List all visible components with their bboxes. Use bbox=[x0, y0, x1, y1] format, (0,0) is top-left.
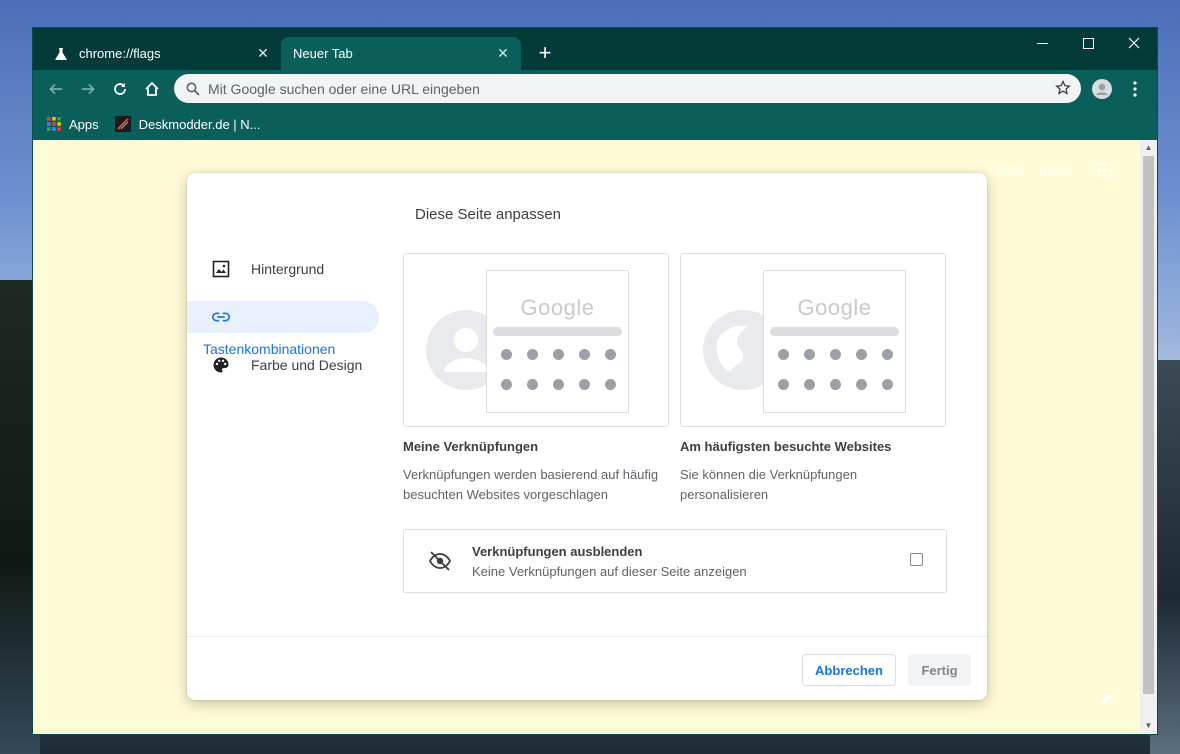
link-icon bbox=[211, 307, 231, 327]
bookmark-deskmodder[interactable]: Deskmodder.de | N... bbox=[114, 112, 261, 136]
forward-arrow-icon[interactable] bbox=[75, 76, 101, 102]
mock-tile bbox=[605, 349, 616, 360]
google-logo-text: Google bbox=[520, 295, 595, 320]
customize-pencil-icon[interactable] bbox=[1099, 691, 1115, 712]
google-ntp-mockup: Google bbox=[763, 270, 906, 413]
scroll-thumb[interactable] bbox=[1143, 156, 1154, 694]
hide-shortcuts-checkbox[interactable] bbox=[910, 553, 923, 566]
mock-tile bbox=[830, 379, 841, 390]
option-my-shortcuts[interactable]: Google bbox=[403, 253, 669, 427]
option-description: Sie können die Verknüpfungen personalisi… bbox=[680, 467, 858, 502]
flask-icon bbox=[53, 46, 69, 62]
dialog-divider bbox=[187, 636, 987, 637]
menu-item-background[interactable]: Hintergrund bbox=[187, 253, 379, 285]
mock-tile bbox=[778, 349, 789, 360]
menu-item-label: Hintergrund bbox=[251, 261, 325, 277]
mock-tile bbox=[553, 349, 564, 360]
option-description: Verknüpfungen werden basierend auf häufi… bbox=[403, 467, 659, 502]
mock-tile bbox=[856, 379, 867, 390]
tab-label: chrome://flags bbox=[79, 46, 161, 61]
maximize-icon[interactable] bbox=[1065, 28, 1111, 58]
reload-icon[interactable] bbox=[107, 76, 133, 102]
mock-search-bar bbox=[493, 327, 622, 336]
eye-off-icon bbox=[428, 550, 452, 577]
hide-shortcuts-row[interactable]: Verknüpfungen ausblenden Keine Verknüpfu… bbox=[403, 529, 947, 593]
bookmark-label: Deskmodder.de | N... bbox=[138, 116, 261, 132]
bookmark-star-icon[interactable] bbox=[1055, 80, 1071, 96]
home-icon[interactable] bbox=[139, 76, 165, 102]
mock-tile bbox=[527, 379, 538, 390]
scroll-up-icon[interactable]: ▲ bbox=[1140, 141, 1157, 155]
close-tab-icon[interactable]: ✕ bbox=[495, 45, 511, 61]
deskmodder-favicon bbox=[114, 116, 131, 132]
cancel-button[interactable]: Abbrechen bbox=[802, 654, 896, 686]
google-ntp-mockup: Google bbox=[486, 270, 629, 413]
profile-avatar-icon[interactable] bbox=[1089, 76, 1115, 102]
mock-tile bbox=[501, 379, 512, 390]
google-logo-text: Google bbox=[797, 295, 872, 320]
minimize-icon[interactable] bbox=[1019, 28, 1065, 58]
tab-label: Neuer Tab bbox=[293, 46, 353, 61]
google-apps-icon[interactable] bbox=[1097, 162, 1113, 181]
images-link[interactable]: Bilder bbox=[1039, 164, 1072, 179]
close-window-icon[interactable] bbox=[1111, 28, 1157, 58]
scroll-down-icon[interactable]: ▼ bbox=[1140, 719, 1157, 733]
mock-tile bbox=[778, 379, 789, 390]
mock-tile bbox=[830, 349, 841, 360]
menu-dots-icon[interactable] bbox=[1122, 76, 1148, 102]
close-tab-icon[interactable]: ✕ bbox=[255, 45, 271, 61]
back-arrow-icon[interactable] bbox=[43, 76, 69, 102]
menu-item-shortcuts[interactable] bbox=[187, 301, 379, 333]
mock-search-bar bbox=[770, 327, 899, 336]
address-bar[interactable] bbox=[174, 74, 1081, 103]
apps-grid-icon bbox=[47, 117, 61, 131]
bookmark-label: Apps bbox=[69, 116, 99, 132]
page-scrollbar[interactable]: ▲ ▼ bbox=[1140, 140, 1157, 734]
option-title: Am häufigsten besuchte Websites bbox=[680, 439, 892, 454]
dialog-title: Diese Seite anpassen bbox=[415, 206, 561, 223]
search-icon bbox=[186, 82, 200, 96]
done-button[interactable]: Fertig bbox=[908, 654, 971, 686]
new-tab-plus-icon[interactable]: + bbox=[533, 42, 557, 66]
mock-tile bbox=[553, 379, 564, 390]
mock-tile bbox=[856, 349, 867, 360]
customize-dialog: Diese Seite anpassen Hintergrund Tastenk… bbox=[187, 173, 987, 700]
tab-strip: chrome://flags ✕ Neuer Tab ✕ + bbox=[33, 28, 1157, 70]
menu-item-label: Farbe und Design bbox=[251, 357, 363, 373]
mock-tile bbox=[501, 349, 512, 360]
option-most-visited[interactable]: Google bbox=[680, 253, 946, 427]
mock-tile bbox=[804, 379, 815, 390]
mock-tile bbox=[605, 379, 616, 390]
gmail-link[interactable]: Gmail bbox=[990, 164, 1024, 179]
mock-tile bbox=[882, 379, 893, 390]
mock-tile bbox=[527, 349, 538, 360]
mock-tile bbox=[882, 349, 893, 360]
omnibox-input[interactable] bbox=[206, 79, 1030, 98]
browser-window: chrome://flags ✕ Neuer Tab ✕ + Mit Googl… bbox=[33, 28, 1157, 734]
bookmark-apps[interactable]: Apps bbox=[47, 112, 99, 136]
image-icon bbox=[211, 259, 231, 279]
hide-shortcuts-title: Verknüpfungen ausblenden bbox=[472, 544, 643, 559]
bookmarks-bar: Apps Deskmodder.de | N... bbox=[33, 108, 1157, 140]
mock-tile bbox=[579, 349, 590, 360]
toolbar bbox=[33, 70, 1157, 108]
tab-new-tab[interactable]: Neuer Tab ✕ bbox=[281, 37, 521, 70]
palette-icon bbox=[211, 355, 231, 375]
option-title: Meine Verknüpfungen bbox=[403, 439, 539, 454]
tab-chrome-flags[interactable]: chrome://flags ✕ bbox=[41, 37, 281, 70]
hide-shortcuts-subtitle: Keine Verknüpfungen auf dieser Seite anz… bbox=[472, 564, 747, 579]
menu-item-color-theme[interactable]: Farbe und Design bbox=[187, 349, 379, 381]
mock-tile bbox=[804, 349, 815, 360]
mock-tile bbox=[579, 379, 590, 390]
